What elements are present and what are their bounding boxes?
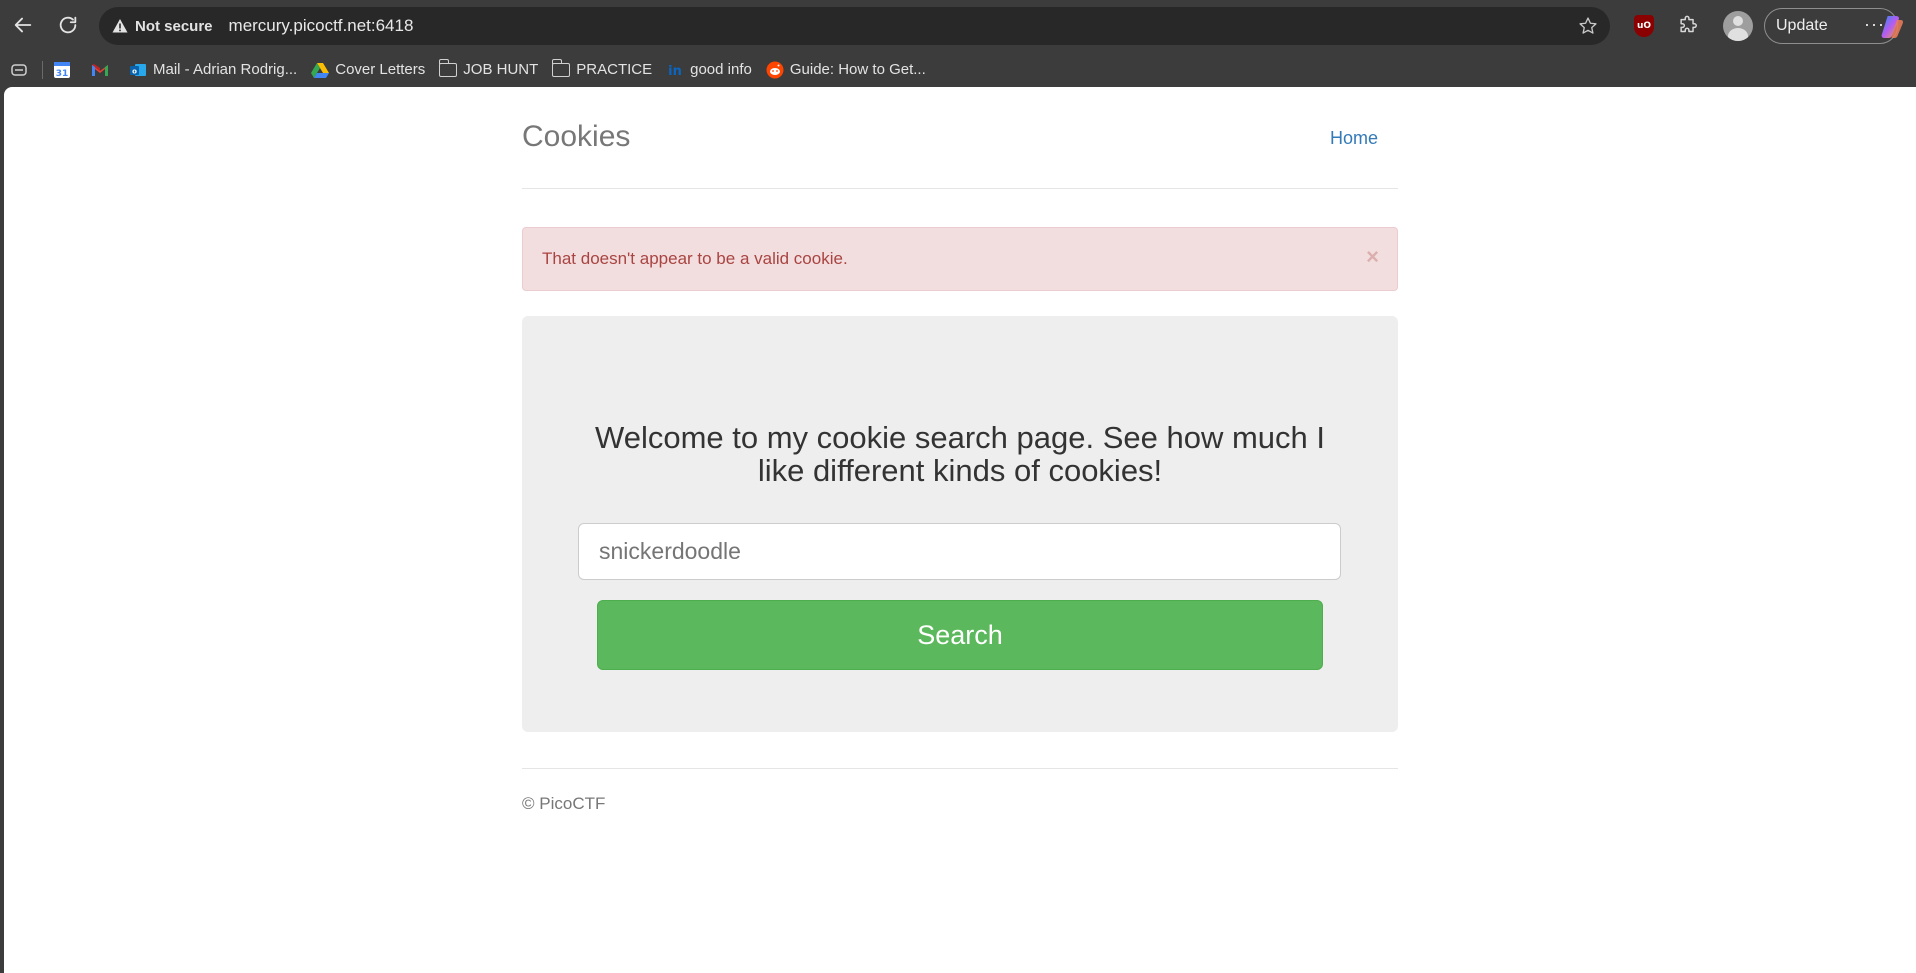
update-label: Update — [1776, 17, 1828, 34]
bookmark-mail[interactable]: o Mail - Adrian Rodrig... — [129, 56, 297, 84]
bookmark-label: PRACTICE — [576, 61, 653, 78]
bookmarks-divider — [42, 60, 43, 79]
svg-text:o: o — [132, 67, 137, 75]
welcome-heading: Welcome to my cookie search page. See ho… — [595, 420, 1325, 488]
bookmark-label: Cover Letters — [335, 61, 426, 78]
page-viewport: Cookies Home That doesn't appear to be a… — [4, 87, 1916, 973]
avatar-body-icon — [1728, 28, 1748, 41]
copyright-text: © PicoCTF — [522, 794, 606, 813]
alert-message: That doesn't appear to be a valid cookie… — [542, 249, 848, 268]
folder-icon — [438, 58, 458, 79]
ublock-extension-button[interactable]: uO — [1632, 14, 1656, 38]
bookmark-gmail[interactable] — [91, 56, 115, 84]
page-footer: © PicoCTF — [522, 768, 1398, 813]
warning-icon — [112, 18, 128, 34]
bookmarks-bar: 31 o Mail - Adrian Rodrig... Cover Lette… — [0, 52, 1916, 87]
gmail-icon — [91, 61, 109, 79]
ublock-shield-icon: uO — [1634, 15, 1654, 37]
bookmark-guide[interactable]: Guide: How to Get... — [766, 56, 926, 84]
google-drive-icon — [311, 61, 330, 79]
site-title: Cookies — [522, 120, 631, 153]
svg-text:31: 31 — [56, 69, 69, 79]
bookmark-cover-letters[interactable]: Cover Letters — [311, 56, 425, 84]
linkedin-icon: in — [666, 61, 684, 79]
address-bar[interactable]: Not secure mercury.picoctf.net:6418 — [99, 7, 1610, 45]
bookmark-good-info[interactable]: in good info — [666, 56, 752, 84]
bookmark-label: JOB HUNT — [463, 61, 539, 78]
page-header: Cookies Home — [522, 87, 1398, 189]
search-panel: Welcome to my cookie search page. See ho… — [522, 316, 1398, 732]
copilot-icon[interactable] — [1878, 12, 1906, 40]
error-alert: That doesn't appear to be a valid cookie… — [522, 227, 1398, 291]
bookmark-folder-practice[interactable]: PRACTICE — [551, 56, 653, 84]
back-button[interactable] — [10, 12, 36, 38]
tab-actions-button[interactable] — [10, 56, 34, 84]
nav-home-link[interactable]: Home — [1330, 128, 1378, 149]
tab-actions-icon — [10, 61, 28, 79]
extensions-button[interactable] — [1676, 14, 1700, 38]
close-icon[interactable]: × — [1366, 244, 1379, 270]
reload-button[interactable] — [55, 12, 81, 38]
calendar-icon: 31 — [53, 61, 71, 79]
profile-avatar[interactable] — [1723, 11, 1753, 41]
outlook-icon: o — [129, 61, 147, 79]
search-button[interactable]: Search — [597, 600, 1323, 670]
bookmark-star-icon[interactable] — [1578, 16, 1598, 36]
bookmark-calendar[interactable]: 31 — [53, 56, 77, 84]
puzzle-icon — [1680, 15, 1697, 33]
browser-toolbar: Not secure mercury.picoctf.net:6418 uO U… — [0, 0, 1916, 52]
bookmark-label: Mail - Adrian Rodrig... — [153, 61, 298, 78]
reddit-icon — [766, 61, 784, 79]
arrow-left-icon — [14, 17, 32, 33]
reload-icon — [59, 16, 77, 34]
cookie-search-input[interactable] — [578, 523, 1341, 580]
bookmark-label: good info — [690, 61, 752, 78]
url-text[interactable]: mercury.picoctf.net:6418 — [229, 16, 414, 36]
svg-text:in: in — [668, 64, 682, 79]
bookmark-label: Guide: How to Get... — [789, 61, 926, 78]
folder-icon — [551, 58, 571, 79]
avatar-head-icon — [1733, 16, 1743, 26]
bookmark-folder-job-hunt[interactable]: JOB HUNT — [438, 56, 539, 84]
security-indicator[interactable]: Not secure — [135, 18, 213, 35]
